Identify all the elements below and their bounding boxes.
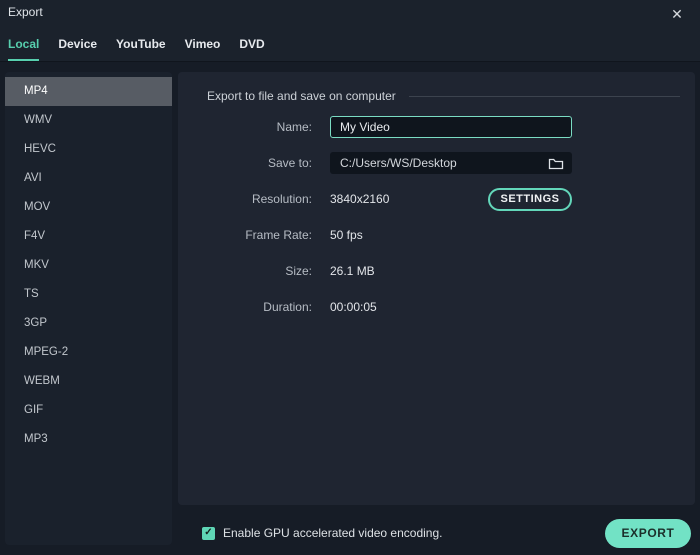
export-tabs: Local Device YouTube Vimeo DVD: [8, 37, 265, 61]
format-item[interactable]: MP3: [5, 425, 172, 454]
format-item[interactable]: MKV: [5, 251, 172, 280]
folder-icon[interactable]: [548, 157, 564, 170]
format-item[interactable]: MP4: [5, 77, 172, 106]
dialog-header: Export ✕ Local Device YouTube Vimeo DVD: [0, 0, 700, 62]
save-to-row: Save to: C:/Users/WS/Desktop: [178, 152, 695, 174]
name-input[interactable]: [330, 116, 572, 138]
dialog-footer: ✓ Enable GPU accelerated video encoding.…: [202, 515, 691, 551]
check-icon: ✓: [204, 527, 213, 538]
frame-rate-label: Frame Rate:: [245, 228, 312, 242]
tab[interactable]: Vimeo: [185, 37, 221, 61]
frame-rate-row: Frame Rate: 50 fps: [178, 224, 695, 246]
resolution-value: 3840x2160: [330, 192, 390, 206]
save-to-label: Save to:: [267, 156, 312, 170]
format-item[interactable]: AVI: [5, 164, 172, 193]
duration-row: Duration: 00:00:05: [178, 296, 695, 318]
name-row: Name:: [178, 116, 695, 138]
format-item[interactable]: F4V: [5, 222, 172, 251]
gpu-checkbox-label: Enable GPU accelerated video encoding.: [223, 526, 443, 540]
save-to-path: C:/Users/WS/Desktop: [340, 156, 457, 170]
section-head: Export to file and save on computer: [178, 72, 695, 103]
format-item[interactable]: MPEG-2: [5, 338, 172, 367]
format-item[interactable]: HEVC: [5, 135, 172, 164]
resolution-row: Resolution: 3840x2160 SETTINGS: [178, 187, 695, 211]
format-item[interactable]: 3GP: [5, 309, 172, 338]
tab[interactable]: Local: [8, 37, 40, 61]
size-value: 26.1 MB: [330, 264, 375, 278]
close-icon[interactable]: ✕: [667, 4, 687, 24]
name-label: Name:: [276, 120, 312, 134]
section-title: Export to file and save on computer: [207, 89, 396, 103]
export-form: Name: Save to: C:/Users/WS/Desktop: [178, 103, 695, 318]
duration-value: 00:00:05: [330, 300, 377, 314]
export-settings-panel: Export to file and save on computer Name…: [178, 72, 695, 505]
format-sidebar: MP4 WMV HEVC AVI MOV F4V MKV TS 3GP MPEG-2 WEBM GIF…: [5, 72, 172, 545]
settings-button[interactable]: SETTINGS: [488, 187, 572, 211]
resolution-label: Resolution:: [251, 192, 312, 206]
export-dialog: Export ✕ Local Device YouTube Vimeo DVD MP4 W…: [0, 0, 700, 555]
gpu-checkbox[interactable]: ✓: [202, 526, 215, 540]
dialog-title: Export: [8, 5, 43, 19]
format-item[interactable]: MOV: [5, 193, 172, 222]
tab[interactable]: Device: [58, 37, 97, 61]
format-item[interactable]: GIF: [5, 396, 172, 425]
frame-rate-value: 50 fps: [330, 228, 363, 242]
size-label: Size:: [285, 264, 312, 278]
tab[interactable]: YouTube: [116, 37, 166, 61]
format-item[interactable]: TS: [5, 280, 172, 309]
save-to-field[interactable]: C:/Users/WS/Desktop: [330, 152, 572, 174]
format-item[interactable]: WEBM: [5, 367, 172, 396]
duration-label: Duration:: [263, 300, 312, 314]
export-button[interactable]: EXPORT: [605, 518, 691, 548]
size-row: Size: 26.1 MB: [178, 260, 695, 282]
format-item[interactable]: WMV: [5, 106, 172, 135]
section-divider: [408, 95, 680, 97]
tab[interactable]: DVD: [239, 37, 264, 61]
